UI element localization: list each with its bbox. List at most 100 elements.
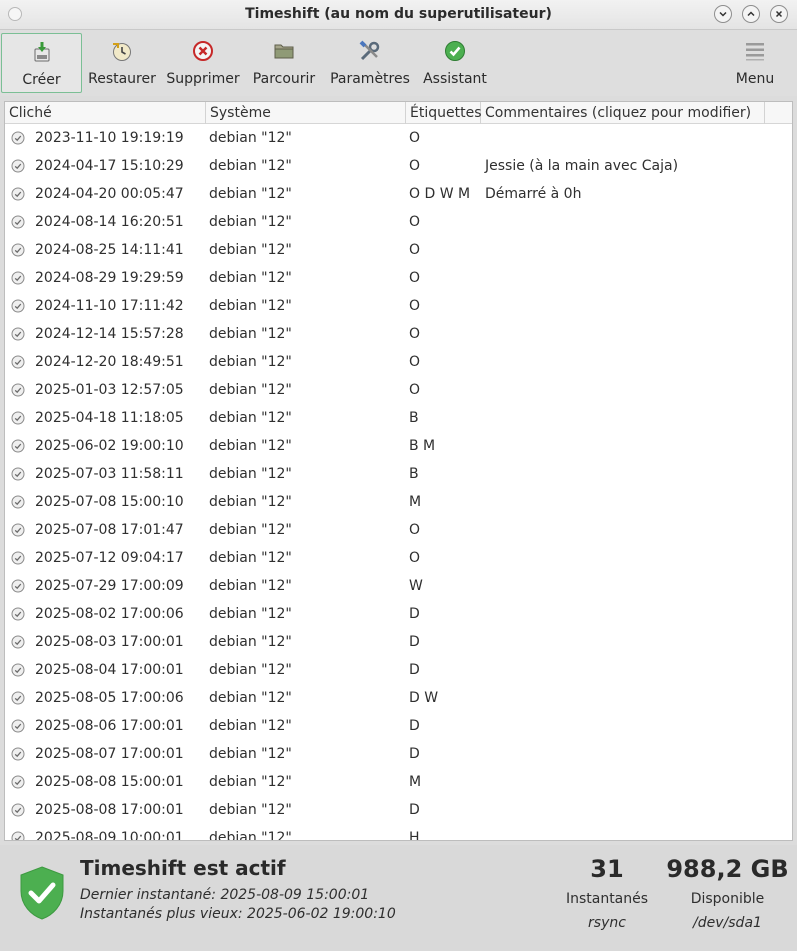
table-row[interactable]: 2024-08-25 14:11:41 debian "12" O [5, 236, 792, 264]
clock-icon [11, 159, 25, 173]
snapshot-date: 2024-08-25 14:11:41 [35, 242, 184, 258]
hamburger-icon [743, 39, 767, 63]
snapshot-system: debian "12" [209, 606, 292, 622]
clock-icon [11, 215, 25, 229]
clock-icon [11, 187, 25, 201]
table-row[interactable]: 2025-08-03 17:00:01 debian "12" D [5, 628, 792, 656]
table-row[interactable]: 2025-08-07 17:00:01 debian "12" D [5, 740, 792, 768]
snapshot-date: 2025-08-09 10:00:01 [35, 830, 184, 841]
table-row[interactable]: 2025-08-02 17:00:06 debian "12" D [5, 600, 792, 628]
column-header-tags[interactable]: Étiquettes [406, 102, 481, 124]
snapshot-date: 2024-12-14 15:57:28 [35, 326, 184, 342]
delete-button[interactable]: Supprimer [166, 33, 240, 93]
column-header-comments[interactable]: Commentaires (cliquez pour modifier) [481, 102, 765, 124]
column-header-system[interactable]: Système [206, 102, 406, 124]
settings-button[interactable]: Paramètres [328, 33, 412, 93]
table-row[interactable]: 2024-08-29 19:29:59 debian "12" O [5, 264, 792, 292]
snapshot-tags: O D W M [409, 186, 471, 202]
table-row[interactable]: 2025-07-29 17:00:09 debian "12" W [5, 572, 792, 600]
clock-icon [11, 439, 25, 453]
snapshot-tags: O [409, 298, 421, 314]
wizard-icon [443, 39, 467, 63]
table-row[interactable]: 2024-08-14 16:20:51 debian "12" O [5, 208, 792, 236]
snapshot-tags: B [409, 410, 419, 426]
table-row[interactable]: 2025-08-05 17:00:06 debian "12" D W [5, 684, 792, 712]
table-row[interactable]: 2025-07-08 15:00:10 debian "12" M [5, 488, 792, 516]
snapshot-system: debian "12" [209, 718, 292, 734]
table-row[interactable]: 2025-06-02 19:00:10 debian "12" B M [5, 432, 792, 460]
oldest-snapshot-text: Instantanés plus vieux: 2025-06-02 19:00… [80, 906, 396, 922]
clock-icon [11, 411, 25, 425]
snapshot-mode: rsync [588, 915, 626, 931]
maximize-button[interactable] [742, 5, 760, 23]
available-space: 988,2 GB [666, 855, 789, 883]
clock-icon [11, 131, 25, 145]
wizard-label: Assistant [423, 71, 487, 87]
snapshot-count: 31 [590, 855, 624, 883]
create-button[interactable]: Créer [1, 33, 82, 93]
table-row[interactable]: 2025-08-09 10:00:01 debian "12" H [5, 824, 792, 841]
snapshot-tags: D [409, 746, 420, 762]
snapshot-date: 2025-08-08 15:00:01 [35, 774, 184, 790]
table-row[interactable]: 2025-08-08 17:00:01 debian "12" D [5, 796, 792, 824]
close-icon [775, 10, 783, 18]
wizard-button[interactable]: Assistant [422, 33, 488, 93]
clock-icon [11, 355, 25, 369]
snapshot-date: 2025-08-06 17:00:01 [35, 718, 184, 734]
close-button[interactable] [770, 5, 788, 23]
table-row[interactable]: 2024-12-14 15:57:28 debian "12" O [5, 320, 792, 348]
folder-icon [272, 39, 296, 63]
table-row[interactable]: 2024-11-10 17:11:42 debian "12" O [5, 292, 792, 320]
snapshot-count-label: Instantanés [565, 891, 649, 907]
snapshot-tags: D W [409, 690, 439, 706]
clock-icon [11, 775, 25, 789]
table-row[interactable]: 2024-12-20 18:49:51 debian "12" O [5, 348, 792, 376]
restore-button[interactable]: Restaurer [86, 33, 158, 93]
chevron-up-icon [747, 11, 755, 17]
table-row[interactable]: 2025-01-03 12:57:05 debian "12" O [5, 376, 792, 404]
snapshot-tags: O [409, 354, 421, 370]
snapshot-system: debian "12" [209, 438, 292, 454]
table-row[interactable]: 2025-08-06 17:00:01 debian "12" D [5, 712, 792, 740]
snapshot-date: 2025-07-29 17:00:09 [35, 578, 184, 594]
menu-button[interactable]: Menu [730, 33, 780, 93]
snapshot-system: debian "12" [209, 158, 292, 174]
snapshot-date: 2025-01-03 12:57:05 [35, 382, 184, 398]
snapshot-tags: O [409, 382, 421, 398]
snapshot-system: debian "12" [209, 466, 292, 482]
table-row[interactable]: 2025-08-08 15:00:01 debian "12" M [5, 768, 792, 796]
snapshot-date: 2025-04-18 11:18:05 [35, 410, 184, 426]
snapshot-list[interactable]: Cliché Système Étiquettes Commentaires (… [4, 101, 793, 841]
settings-icon [358, 39, 382, 63]
table-row[interactable]: 2025-04-18 11:18:05 debian "12" B [5, 404, 792, 432]
snapshot-date: 2025-07-12 09:04:17 [35, 550, 184, 566]
table-row[interactable]: 2024-04-17 15:10:29 debian "12" O Jessie (à… [5, 152, 792, 180]
snapshot-tags: O [409, 522, 421, 538]
table-row[interactable]: 2025-07-12 09:04:17 debian "12" O [5, 544, 792, 572]
table-row[interactable]: 2024-04-20 00:05:47 debian "12" O D W M Dém… [5, 180, 792, 208]
snapshot-tags: O [409, 130, 421, 146]
column-header-snapshot[interactable]: Cliché [5, 102, 206, 124]
minimize-button[interactable] [714, 5, 732, 23]
clock-icon [11, 271, 25, 285]
delete-label: Supprimer [166, 71, 240, 87]
shield-check-icon [20, 866, 64, 920]
snapshot-comment[interactable]: Jessie (à la main avec Caja) [485, 152, 678, 180]
table-row[interactable]: 2025-07-03 11:58:11 debian "12" B [5, 460, 792, 488]
table-row[interactable]: 2025-08-04 17:00:01 debian "12" D [5, 656, 792, 684]
snapshot-system: debian "12" [209, 830, 292, 841]
snapshot-comment[interactable]: Démarré à 0h [485, 180, 581, 208]
snapshot-tags: W [409, 578, 423, 594]
table-row[interactable]: 2025-07-08 17:01:47 debian "12" O [5, 516, 792, 544]
snapshot-system: debian "12" [209, 662, 292, 678]
snapshot-date: 2025-08-07 17:00:01 [35, 746, 184, 762]
snapshot-system: debian "12" [209, 214, 292, 230]
clock-icon [11, 495, 25, 509]
browse-button[interactable]: Parcourir [250, 33, 318, 93]
clock-icon [11, 551, 25, 565]
create-label: Créer [22, 72, 61, 88]
table-row[interactable]: 2023-11-10 19:19:19 debian "12" O [5, 124, 792, 152]
snapshot-system: debian "12" [209, 634, 292, 650]
clock-icon [11, 719, 25, 733]
clock-icon [11, 663, 25, 677]
